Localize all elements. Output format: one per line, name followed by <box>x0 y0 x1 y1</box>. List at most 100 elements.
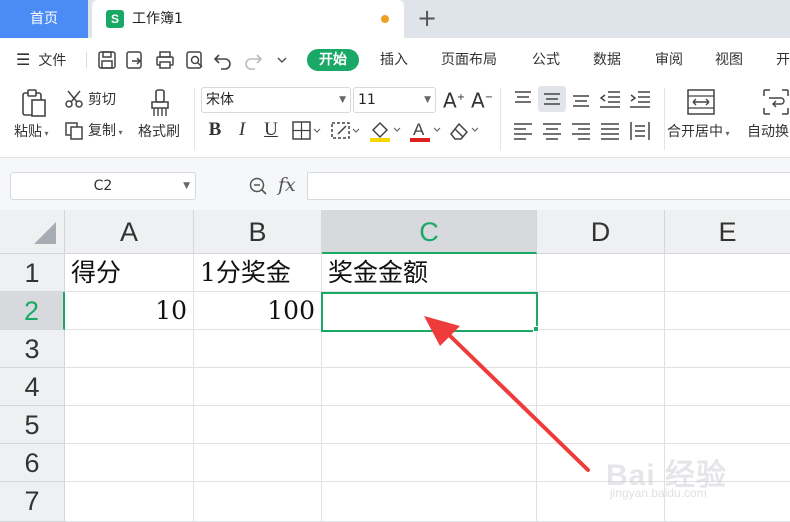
cell-c2-active[interactable] <box>321 292 538 332</box>
name-box[interactable]: C2 ▼ <box>10 172 196 200</box>
tab-review[interactable]: 审阅 <box>655 49 683 71</box>
tab-start[interactable]: 开始 <box>307 49 359 71</box>
empty-cell[interactable] <box>194 330 322 368</box>
print-icon[interactable] <box>154 49 176 71</box>
quick-access-more-icon[interactable] <box>274 49 290 71</box>
document-title: 工作簿1 <box>132 11 183 27</box>
fill-handle[interactable] <box>533 326 539 332</box>
empty-cell[interactable] <box>322 406 537 444</box>
fill-color-icon[interactable] <box>368 118 402 144</box>
auto-wrap-button[interactable]: 自动换 <box>747 122 789 142</box>
redo-icon[interactable] <box>242 49 264 71</box>
empty-cell[interactable] <box>65 482 194 522</box>
format-painter-button[interactable]: 格式刷 <box>138 122 180 142</box>
column-header-b[interactable]: B <box>194 210 322 254</box>
align-top-icon[interactable] <box>512 88 534 110</box>
row-header-4[interactable]: 4 <box>0 368 65 406</box>
copy-button[interactable]: 复制 ▾ <box>88 121 123 143</box>
row-header-5[interactable]: 5 <box>0 406 65 444</box>
empty-cell[interactable] <box>194 368 322 406</box>
empty-cell[interactable] <box>665 330 790 368</box>
tab-home[interactable]: 首页 <box>0 0 88 38</box>
save-icon[interactable] <box>96 49 118 71</box>
row-header-1[interactable]: 1 <box>0 254 65 292</box>
empty-cell[interactable] <box>665 292 790 330</box>
zoom-formula-icon[interactable] <box>248 176 268 196</box>
tab-page-layout[interactable]: 页面布局 <box>441 49 497 71</box>
borders-icon[interactable] <box>291 120 321 142</box>
row-header-2[interactable]: 2 <box>0 292 65 330</box>
clear-format-icon[interactable] <box>447 118 481 144</box>
tab-insert[interactable]: 插入 <box>380 49 408 71</box>
tab-formulas[interactable]: 公式 <box>532 49 560 71</box>
cell-b1[interactable]: 1分奖金 <box>194 254 322 292</box>
tab-workbook[interactable]: S 工作簿1 <box>92 0 404 38</box>
empty-cell[interactable] <box>665 254 790 292</box>
paste-icon[interactable] <box>20 88 48 118</box>
empty-cell[interactable] <box>194 482 322 522</box>
column-header-e[interactable]: E <box>665 210 790 254</box>
decrease-indent-icon[interactable] <box>598 88 622 110</box>
empty-cell[interactable] <box>65 330 194 368</box>
empty-cell[interactable] <box>537 330 665 368</box>
bold-icon[interactable]: B <box>205 118 225 142</box>
empty-cell[interactable] <box>322 368 537 406</box>
ribbon-divider <box>500 88 501 150</box>
font-color-icon[interactable]: A <box>408 118 442 144</box>
print-preview-icon[interactable] <box>184 49 206 71</box>
empty-cell[interactable] <box>537 406 665 444</box>
paste-button[interactable]: 粘贴 ▾ <box>14 122 49 144</box>
empty-cell[interactable] <box>65 406 194 444</box>
empty-cell[interactable] <box>194 444 322 482</box>
align-center-icon[interactable] <box>541 120 563 142</box>
cell-style-icon[interactable] <box>330 120 360 142</box>
file-menu-button[interactable]: ☰ 文件 <box>16 49 66 71</box>
column-header-c[interactable]: C <box>322 210 537 254</box>
empty-cell[interactable] <box>665 406 790 444</box>
decrease-font-size-icon[interactable]: A− <box>471 88 493 111</box>
empty-cell[interactable] <box>537 254 665 292</box>
empty-cell[interactable] <box>194 406 322 444</box>
justify-icon[interactable] <box>599 120 621 142</box>
empty-cell[interactable] <box>537 292 665 330</box>
align-middle-icon[interactable] <box>538 86 566 112</box>
column-header-a[interactable]: A <box>65 210 194 254</box>
row-header-7[interactable]: 7 <box>0 482 65 522</box>
column-header-d[interactable]: D <box>537 210 665 254</box>
align-left-icon[interactable] <box>512 120 534 142</box>
tab-more[interactable]: 开 <box>776 49 790 71</box>
cell-a1[interactable]: 得分 <box>65 254 194 292</box>
export-icon[interactable] <box>124 49 146 71</box>
font-name-select[interactable]: 宋体 ▼ <box>201 87 351 113</box>
empty-cell[interactable] <box>322 482 537 522</box>
increase-font-size-icon[interactable]: A+ <box>443 88 465 111</box>
insert-function-icon[interactable]: fx <box>278 174 296 196</box>
undo-icon[interactable] <box>212 49 234 71</box>
cell-a2[interactable]: 10 <box>65 292 194 330</box>
distribute-icon[interactable] <box>628 120 652 142</box>
empty-cell[interactable] <box>322 444 537 482</box>
empty-cell[interactable] <box>537 368 665 406</box>
ribbon-divider <box>194 88 195 150</box>
row-header-3[interactable]: 3 <box>0 330 65 368</box>
scissors-icon <box>64 89 84 109</box>
align-bottom-icon[interactable] <box>570 88 592 110</box>
tab-data[interactable]: 数据 <box>593 49 621 71</box>
tab-view[interactable]: 视图 <box>715 49 743 71</box>
formula-input[interactable] <box>307 172 790 200</box>
increase-indent-icon[interactable] <box>628 88 652 110</box>
underline-icon[interactable]: U <box>261 118 281 142</box>
row-header-6[interactable]: 6 <box>0 444 65 482</box>
empty-cell[interactable] <box>665 368 790 406</box>
italic-icon[interactable]: I <box>234 118 250 142</box>
align-right-icon[interactable] <box>570 120 592 142</box>
new-tab-button[interactable]: + <box>412 4 442 34</box>
empty-cell[interactable] <box>65 444 194 482</box>
cut-button[interactable]: 剪切 <box>88 90 116 110</box>
empty-cell[interactable] <box>65 368 194 406</box>
cell-c1[interactable]: 奖金金额 <box>322 254 537 292</box>
empty-cell[interactable] <box>322 330 537 368</box>
cell-b2[interactable]: 100 <box>194 292 322 330</box>
merge-center-button[interactable]: 合开居中 ▾ <box>667 122 730 144</box>
font-size-select[interactable]: 11 ▼ <box>353 87 436 113</box>
